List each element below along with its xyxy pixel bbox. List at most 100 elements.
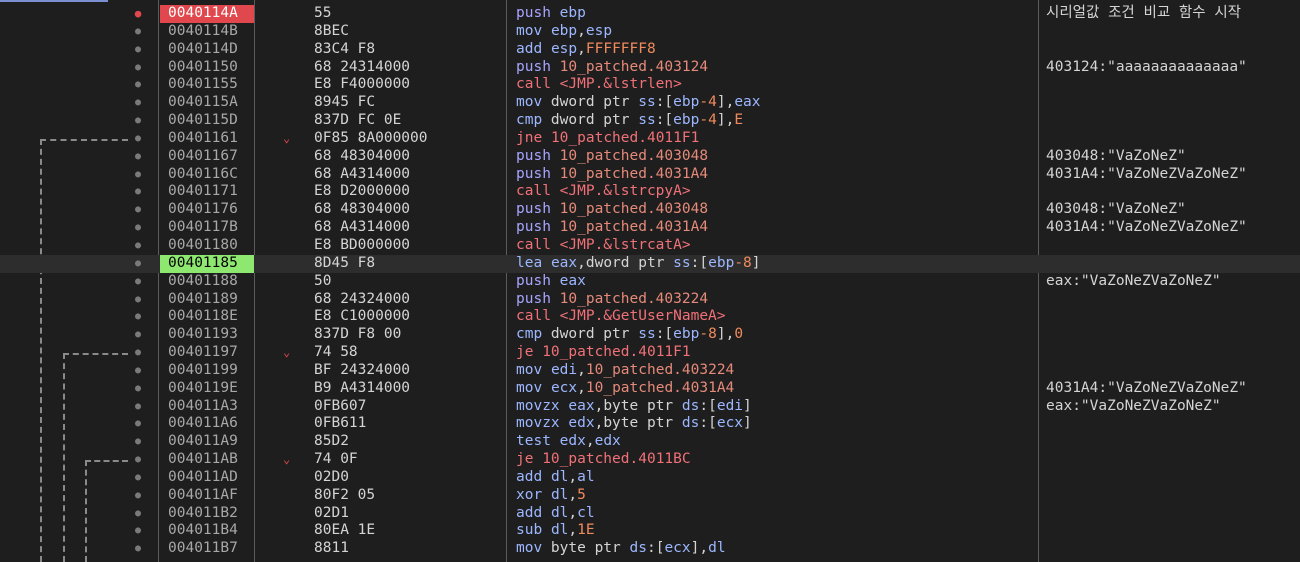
- disassembly-cell[interactable]: cmp dword ptr ss:[ebp-4],E: [516, 112, 743, 130]
- breakpoint-slot-icon[interactable]: ●: [133, 433, 143, 451]
- breakpoint-slot-icon[interactable]: ●: [133, 451, 143, 469]
- instruction-row[interactable]: ● 00401167 68 48304000 push 10_patched.4030…: [0, 148, 1300, 166]
- breakpoint-slot-icon[interactable]: ●: [133, 540, 143, 558]
- disassembly-cell[interactable]: sub dl,1E: [516, 522, 595, 540]
- instruction-row[interactable]: ● 0040119E B9 A4314000 mov ecx,10_patched.4…: [0, 380, 1300, 398]
- address-cell[interactable]: 0040114D: [160, 41, 254, 59]
- disassembly-cell[interactable]: je 10_patched.4011BC: [516, 451, 691, 469]
- breakpoint-slot-icon[interactable]: ●: [133, 237, 143, 255]
- instruction-row[interactable]: ● 0040118E E8 C1000000 call <JMP.&GetUserNa…: [0, 308, 1300, 326]
- instruction-row[interactable]: ● 00401189 68 24324000 push 10_patched.4032…: [0, 291, 1300, 309]
- address-cell[interactable]: 00401193: [160, 326, 254, 344]
- address-cell[interactable]: 00401185: [160, 254, 254, 273]
- breakpoint-icon[interactable]: ●: [133, 5, 143, 23]
- breakpoint-slot-icon[interactable]: ●: [133, 183, 143, 201]
- address-cell[interactable]: 0040114A: [160, 5, 254, 23]
- instruction-row[interactable]: ● 004011B4 80EA 1E sub dl,1E: [0, 522, 1300, 540]
- disassembly-cell[interactable]: mov byte ptr ds:[ecx],dl: [516, 540, 726, 558]
- breakpoint-slot-icon[interactable]: ●: [133, 255, 143, 273]
- disassembly-cell[interactable]: movzx edx,byte ptr ds:[ecx]: [516, 415, 752, 433]
- address-cell[interactable]: 00401199: [160, 362, 254, 380]
- disassembly-cell[interactable]: push 10_patched.4031A4: [516, 166, 708, 184]
- disassembly-cell[interactable]: add dl,cl: [516, 505, 595, 523]
- comment-cell[interactable]: eax:"VaZoNeZVaZoNeZ": [1046, 398, 1221, 416]
- comment-cell[interactable]: 4031A4:"VaZoNeZVaZoNeZ": [1046, 166, 1247, 184]
- instruction-row[interactable]: ● 0040115A 8945 FC mov dword ptr ss:[ebp-4]…: [0, 94, 1300, 112]
- instruction-row[interactable]: ● 00401180 E8 BD000000 call <JMP.&lstrcatA>: [0, 237, 1300, 255]
- address-cell[interactable]: 004011AF: [160, 487, 254, 505]
- breakpoint-slot-icon[interactable]: ●: [133, 415, 143, 433]
- address-cell[interactable]: 0040119E: [160, 380, 254, 398]
- address-cell[interactable]: 0040115A: [160, 94, 254, 112]
- breakpoint-slot-icon[interactable]: ●: [133, 505, 143, 523]
- address-cell[interactable]: 004011AB: [160, 451, 254, 469]
- disassembly-cell[interactable]: mov ecx,10_patched.4031A4: [516, 380, 734, 398]
- disassembly-cell[interactable]: call <JMP.&lstrlen>: [516, 76, 682, 94]
- breakpoint-slot-icon[interactable]: ●: [133, 326, 143, 344]
- breakpoint-slot-icon[interactable]: ●: [133, 148, 143, 166]
- instruction-row[interactable]: ● 0040117B 68 A4314000 push 10_patched.4031…: [0, 219, 1300, 237]
- instruction-row[interactable]: ● 00401193 837D F8 00 cmp dword ptr ss:[ebp…: [0, 326, 1300, 344]
- disassembly-cell[interactable]: push 10_patched.403048: [516, 148, 708, 166]
- disassembly-cell[interactable]: xor dl,5: [516, 487, 586, 505]
- disassembly-cell[interactable]: je 10_patched.4011F1: [516, 344, 691, 362]
- address-cell[interactable]: 0040118E: [160, 308, 254, 326]
- address-cell[interactable]: 00401180: [160, 237, 254, 255]
- address-cell[interactable]: 004011A3: [160, 398, 254, 416]
- comment-cell[interactable]: 4031A4:"VaZoNeZVaZoNeZ": [1046, 219, 1247, 237]
- breakpoint-slot-icon[interactable]: ●: [133, 308, 143, 326]
- disassembly-cell[interactable]: mov edi,10_patched.403224: [516, 362, 734, 380]
- instruction-row[interactable]: ● 004011B7 8811 mov byte ptr ds:[ecx],dl: [0, 540, 1300, 558]
- address-cell[interactable]: 00401197: [160, 344, 254, 362]
- instruction-row[interactable]: ● 004011A3 0FB607 movzx eax,byte ptr ds:[ed…: [0, 398, 1300, 416]
- comment-cell[interactable]: 4031A4:"VaZoNeZVaZoNeZ": [1046, 380, 1247, 398]
- instruction-row[interactable]: ● 00401161 ⌄ 0F85 8A000000 jne 10_patched.40…: [0, 130, 1300, 148]
- disassembly-cell[interactable]: mov ebp,esp: [516, 23, 612, 41]
- instruction-row[interactable]: ● 00401197 ⌄ 74 58 je 10_patched.4011F1: [0, 344, 1300, 362]
- instruction-row[interactable]: ● 004011AB ⌄ 74 0F je 10_patched.4011BC: [0, 451, 1300, 469]
- breakpoint-slot-icon[interactable]: ●: [133, 112, 143, 130]
- disassembly-cell[interactable]: push 10_patched.403224: [516, 291, 708, 309]
- breakpoint-slot-icon[interactable]: ●: [133, 362, 143, 380]
- instruction-row[interactable]: ● 00401155 E8 F4000000 call <JMP.&lstrlen>: [0, 76, 1300, 94]
- breakpoint-slot-icon[interactable]: ●: [133, 398, 143, 416]
- instruction-row[interactable]: ● 004011A6 0FB611 movzx edx,byte ptr ds:[ec…: [0, 415, 1300, 433]
- instruction-row[interactable]: ● 00401188 50 push eax eax:"VaZoNeZVaZoNeZ": [0, 273, 1300, 291]
- disassembly-cell[interactable]: jne 10_patched.4011F1: [516, 130, 699, 148]
- disassembly-view[interactable]: EIP› ●0040114A55push ebp시리얼값 조건 비교 함수 시작…: [0, 0, 1300, 562]
- comment-cell[interactable]: eax:"VaZoNeZVaZoNeZ": [1046, 273, 1221, 291]
- breakpoint-slot-icon[interactable]: ●: [133, 59, 143, 77]
- address-cell[interactable]: 00401189: [160, 291, 254, 309]
- address-cell[interactable]: 00401155: [160, 76, 254, 94]
- instruction-row[interactable]: ● 0040114B 8BEC mov ebp,esp: [0, 23, 1300, 41]
- breakpoint-slot-icon[interactable]: ●: [133, 487, 143, 505]
- disassembly-cell[interactable]: push eax: [516, 273, 586, 291]
- disassembly-cell[interactable]: push 10_patched.403124: [516, 59, 708, 77]
- instruction-row[interactable]: ● 004011AF 80F2 05 xor dl,5: [0, 487, 1300, 505]
- disassembly-cell[interactable]: lea eax,dword ptr ss:[ebp-8]: [516, 255, 761, 273]
- comment-cell[interactable]: 시리얼값 조건 비교 함수 시작: [1046, 5, 1241, 23]
- address-cell[interactable]: 00401176: [160, 201, 254, 219]
- breakpoint-slot-icon[interactable]: ●: [133, 130, 143, 148]
- instruction-row[interactable]: ● 0040116C 68 A4314000 push 10_patched.4031…: [0, 166, 1300, 184]
- breakpoint-slot-icon[interactable]: ●: [133, 273, 143, 291]
- disassembly-cell[interactable]: call <JMP.&GetUserNameA>: [516, 308, 726, 326]
- address-cell[interactable]: 0040116C: [160, 166, 254, 184]
- disassembly-cell[interactable]: cmp dword ptr ss:[ebp-8],0: [516, 326, 743, 344]
- disassembly-cell[interactable]: push 10_patched.403048: [516, 201, 708, 219]
- instruction-row[interactable]: ● 00401185 8D45 F8 lea eax,dword ptr ss:[eb…: [0, 254, 1300, 273]
- instruction-row[interactable]: ● 004011B2 02D1 add dl,cl: [0, 505, 1300, 523]
- address-cell[interactable]: 0040117B: [160, 219, 254, 237]
- breakpoint-slot-icon[interactable]: ●: [133, 469, 143, 487]
- breakpoint-slot-icon[interactable]: ●: [133, 344, 143, 362]
- address-cell[interactable]: 00401161: [160, 130, 254, 148]
- address-cell[interactable]: 004011A9: [160, 433, 254, 451]
- disassembly-cell[interactable]: test edx,edx: [516, 433, 621, 451]
- address-cell[interactable]: 0040114B: [160, 23, 254, 41]
- breakpoint-slot-icon[interactable]: ●: [133, 76, 143, 94]
- disassembly-cell[interactable]: add esp,FFFFFFF8: [516, 41, 656, 59]
- address-cell[interactable]: 00401150: [160, 59, 254, 77]
- disassembly-cell[interactable]: call <JMP.&lstrcpyA>: [516, 183, 691, 201]
- address-cell[interactable]: 004011B4: [160, 522, 254, 540]
- breakpoint-slot-icon[interactable]: ●: [133, 380, 143, 398]
